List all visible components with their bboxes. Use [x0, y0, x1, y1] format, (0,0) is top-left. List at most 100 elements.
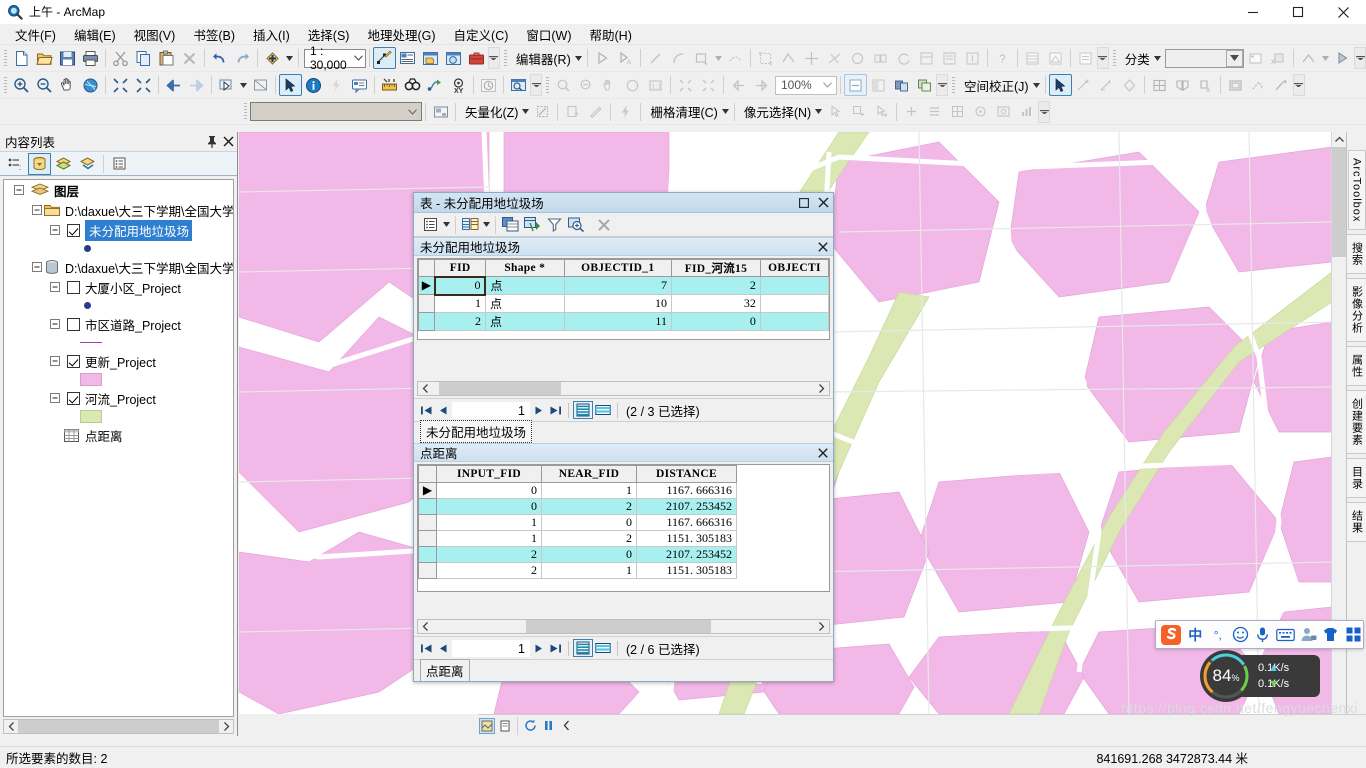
menu-edit[interactable]: 编辑(E) [65, 23, 125, 46]
select-by-attributes-icon[interactable] [543, 214, 565, 235]
cell-distance[interactable]: 1151. 305183 [636, 562, 737, 579]
cell-near-fid[interactable]: 2 [541, 498, 637, 515]
cell-input-fid[interactable]: 2 [436, 546, 542, 563]
attribute-grid-landfill[interactable]: FID Shape * OBJECTID_1 FID_河流15 OBJECTI … [417, 258, 830, 340]
go-to-xy-icon[interactable]: XY [447, 74, 470, 96]
layer-visibility-checkbox[interactable] [67, 354, 80, 368]
scrollbar-thumb[interactable] [439, 382, 561, 395]
cell-input-fid[interactable]: 0 [436, 482, 542, 499]
cell-distance[interactable]: 1167. 666316 [636, 514, 737, 531]
menu-insert[interactable]: 插入(I) [244, 23, 299, 46]
close-icon[interactable] [220, 133, 237, 150]
tree-row-layer-river[interactable]: 河流_Project [4, 388, 233, 408]
toc-tree[interactable]: 图层 D:\daxue\大三下学期\全国大学 未分配用地垃圾场 D:\daxue… [3, 179, 234, 717]
toolbar-gripper[interactable] [244, 103, 247, 120]
last-record-button[interactable] [547, 402, 564, 419]
redo-icon[interactable] [231, 47, 254, 69]
toc-horizontal-scrollbar[interactable] [0, 717, 237, 736]
table-row[interactable]: 1 0 1167. 666316 [418, 514, 737, 531]
keyboard-icon[interactable] [1276, 625, 1296, 645]
column-header-objectid-1[interactable]: OBJECTID_1 [563, 259, 672, 277]
cell-input-fid[interactable]: 0 [436, 498, 542, 515]
editor-chevron-down-icon[interactable] [573, 48, 584, 68]
table-tab-landfill[interactable]: 未分配用地垃圾场 [420, 420, 533, 443]
select-elements-icon[interactable] [279, 74, 302, 96]
classify-menu-label[interactable]: 分类 [1119, 49, 1152, 68]
cell-selection-menu-label[interactable]: 像元选择(N) [738, 102, 813, 121]
table-window-title-bar[interactable]: 表 - 未分配用地垃圾场 [414, 193, 833, 213]
ime-punctuation-toggle[interactable]: °, [1208, 625, 1228, 645]
close-icon[interactable] [813, 241, 833, 252]
network-speed-widget[interactable]: ▲ 0.1K/s ▼ 0.1K/s 84% [1200, 650, 1320, 702]
expand-collapse-icon[interactable] [48, 318, 61, 331]
toolbar-overflow-icon[interactable] [1354, 47, 1366, 69]
compare-layers-icon[interactable] [913, 74, 936, 96]
spatial-adjustment-chevron-down-icon[interactable] [1031, 75, 1042, 95]
scroll-right-icon[interactable] [814, 620, 829, 633]
dock-tab-arctoolbox[interactable]: ArcToolbox [1347, 150, 1366, 231]
identify-icon[interactable] [302, 74, 325, 96]
cell-near-fid[interactable]: 2 [541, 530, 637, 547]
column-header-objecti[interactable]: OBJECTI [759, 259, 829, 277]
image-analysis-window-icon[interactable] [844, 74, 867, 96]
layout-view-icon[interactable] [497, 718, 513, 734]
next-record-button[interactable] [530, 402, 547, 419]
fixed-zoom-in-icon[interactable] [109, 74, 132, 96]
menu-geoprocessing[interactable]: 地理处理(G) [358, 23, 444, 46]
attribute-grid-point-distance[interactable]: INPUT_FID NEAR_FID DISTANCE ▶ 0 1 1167. … [417, 464, 830, 592]
column-header-input-fid[interactable]: INPUT_FID [436, 465, 542, 483]
cell-fid[interactable]: 1 [434, 294, 486, 313]
save-icon[interactable] [56, 47, 79, 69]
adjust-select-elements-icon[interactable] [1048, 74, 1072, 96]
vectorization-chevron-down-icon[interactable] [520, 102, 531, 122]
table-panel-header[interactable]: 点距离 [414, 443, 833, 462]
expand-collapse-icon[interactable] [30, 261, 43, 274]
tree-row-database-connection[interactable]: D:\daxue\大三下学期\全国大学 [4, 257, 233, 277]
cell-near-fid[interactable]: 1 [541, 562, 637, 579]
zoom-in-icon[interactable] [10, 74, 33, 96]
catalog-window-icon[interactable] [419, 47, 442, 69]
skin-icon[interactable] [1321, 625, 1341, 645]
row-marker[interactable] [418, 498, 437, 515]
column-header-shape[interactable]: Shape * [484, 259, 565, 277]
clear-selection-icon[interactable] [249, 74, 272, 96]
toolbar-gripper[interactable] [546, 76, 549, 94]
toolbar-overflow-icon[interactable] [936, 74, 948, 96]
cell-distance[interactable]: 2107. 253452 [636, 498, 737, 515]
close-icon[interactable] [813, 447, 833, 458]
cell-shape[interactable]: 点 [484, 276, 565, 295]
cell-shape[interactable]: 点 [484, 294, 565, 313]
maximize-button[interactable] [1275, 0, 1320, 24]
html-popup-icon[interactable] [348, 74, 371, 96]
select-chevron-down-icon[interactable] [238, 75, 249, 95]
dock-tab-catalog[interactable]: 目录 [1345, 458, 1366, 499]
table-row[interactable]: 1 点 10 32 [418, 294, 829, 313]
find-route-icon[interactable] [424, 74, 447, 96]
cell-fid-river15[interactable]: 32 [670, 294, 761, 313]
related-tables-icon[interactable] [459, 214, 481, 235]
scrollbar-track[interactable] [3, 719, 234, 734]
chevron-down-icon[interactable] [352, 50, 365, 67]
menu-file[interactable]: 文件(F) [6, 23, 65, 46]
print-icon[interactable] [79, 47, 102, 69]
table-options-chevron-down-icon[interactable] [441, 215, 452, 235]
expand-collapse-icon[interactable] [48, 392, 61, 405]
table-panel-header[interactable]: 未分配用地垃圾场 [414, 237, 833, 256]
table-grid[interactable]: INPUT_FID NEAR_FID DISTANCE ▶ 0 1 1167. … [418, 465, 737, 579]
cell-near-fid[interactable]: 1 [541, 482, 637, 499]
show-selected-records-button[interactable] [593, 401, 613, 419]
toolbar-overflow-icon[interactable] [487, 47, 500, 69]
switch-selection-icon[interactable] [521, 214, 543, 235]
dock-tab-search[interactable]: 搜索 [1345, 234, 1366, 275]
menu-customize[interactable]: 自定义(C) [445, 23, 518, 46]
classify-field-combo[interactable] [1164, 48, 1244, 68]
menu-bookmarks[interactable]: 书签(B) [184, 23, 244, 46]
scroll-up-icon[interactable] [1332, 132, 1347, 147]
layer-visibility-checkbox[interactable] [67, 280, 80, 294]
expand-collapse-icon[interactable] [30, 204, 43, 217]
add-data-icon[interactable] [261, 47, 284, 69]
expand-collapse-icon[interactable] [48, 281, 61, 294]
dock-tab-create-features[interactable]: 创建要素 [1345, 390, 1366, 455]
toolbar-gripper[interactable] [4, 49, 7, 67]
add-data-chevron-down-icon[interactable] [284, 48, 295, 68]
